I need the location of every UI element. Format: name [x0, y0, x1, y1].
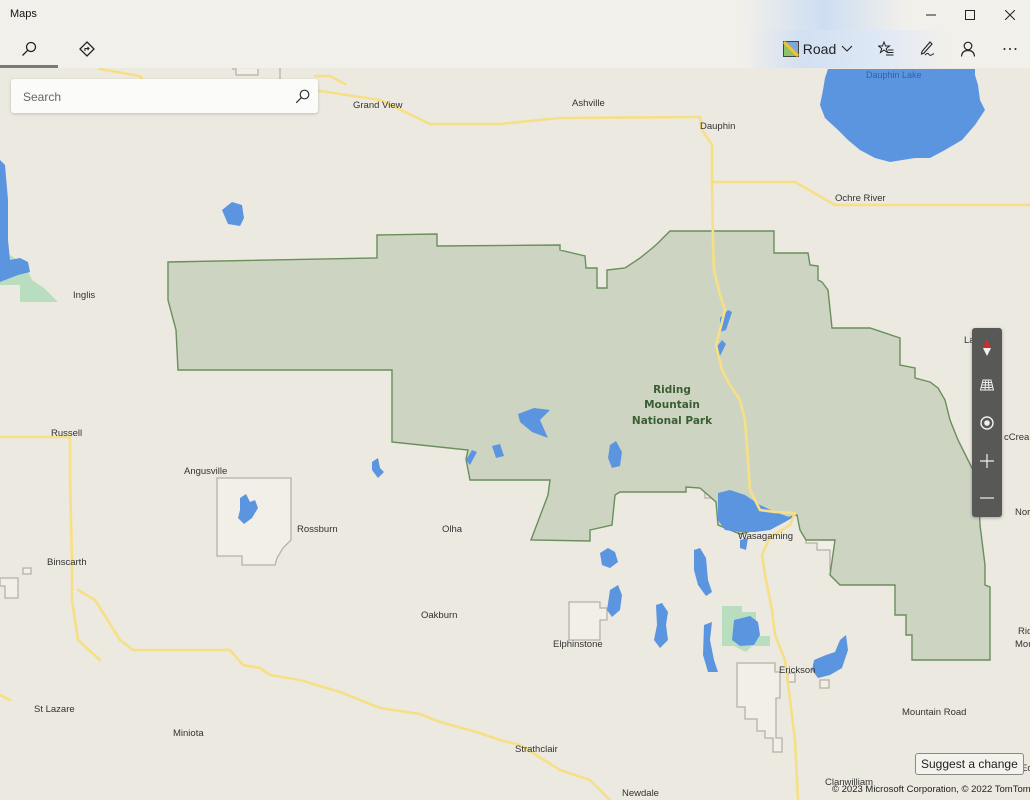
map-style-dropdown[interactable]: Road: [780, 30, 856, 68]
ink-button[interactable]: [913, 30, 941, 68]
location-icon: [980, 416, 994, 430]
tab-directions[interactable]: [58, 30, 116, 68]
place-label: Rid: [1018, 626, 1030, 637]
place-label: Olha: [442, 524, 463, 535]
copyright-text: © 2023 Microsoft Corporation, © 2022 Tom…: [832, 784, 1030, 795]
compass-icon: [983, 339, 991, 356]
map-style-label: Road: [802, 41, 837, 57]
map-canvas[interactable]: Riding Mountain National Park Dauphin La…: [0, 0, 1030, 800]
place-label: Erickson: [779, 665, 815, 676]
tilt-button[interactable]: [972, 367, 1002, 403]
svg-text:Mountain: Mountain: [644, 399, 700, 411]
minus-icon: [980, 497, 994, 499]
map-controls: [972, 328, 1002, 517]
minimize-icon: [926, 14, 936, 16]
boundary-rossburn-area: [216, 477, 292, 566]
place-label: Grand View: [353, 100, 403, 111]
place-label: Ashville: [572, 98, 605, 109]
zoom-out-button[interactable]: [972, 480, 1002, 516]
place-label: Inglis: [73, 290, 95, 301]
search-submit-button[interactable]: [292, 86, 312, 106]
place-label: Oakburn: [421, 610, 457, 621]
svg-text:National Park: National Park: [632, 415, 713, 427]
place-label: Strathclair: [515, 744, 558, 755]
toolbar: Road: [0, 30, 1030, 68]
search-icon: [22, 41, 37, 56]
place-label: Russell: [51, 428, 82, 439]
lake-label: Dauphin Lake: [866, 70, 922, 80]
favorites-list-icon: [878, 41, 894, 56]
place-label: Rossburn: [297, 524, 338, 535]
search-box: [11, 79, 318, 115]
close-button[interactable]: [987, 0, 1030, 30]
suggest-a-change-button[interactable]: Suggest a change: [915, 753, 1024, 775]
more-button[interactable]: [996, 30, 1024, 68]
account-button[interactable]: [954, 30, 982, 68]
title-bar: Maps: [0, 0, 1030, 30]
app-title: Maps: [10, 8, 37, 20]
place-label: Binscarth: [47, 557, 87, 568]
plus-icon: [980, 454, 994, 468]
place-label: St Lazare: [34, 704, 75, 715]
search-input[interactable]: [21, 79, 285, 115]
place-label: Ochre River: [835, 193, 886, 204]
compass-button[interactable]: [972, 330, 1002, 366]
search-icon: [295, 89, 309, 103]
person-icon: [960, 41, 976, 57]
directions-icon: [79, 41, 95, 57]
place-label: Wasagaming: [738, 531, 793, 542]
tab-search[interactable]: [0, 30, 58, 68]
pen-icon: [920, 41, 935, 56]
place-label: Miniota: [173, 728, 204, 739]
svg-text:Riding: Riding: [653, 384, 691, 396]
my-location-button[interactable]: [972, 405, 1002, 441]
tilt-grid-icon: [980, 379, 994, 391]
zoom-in-button[interactable]: [972, 443, 1002, 479]
road-map-icon: [782, 41, 799, 57]
chevron-down-icon: [841, 45, 853, 52]
place-label: Newdale: [622, 788, 659, 799]
place-label: Elphinstone: [553, 639, 603, 650]
place-label: cCrean: [1004, 432, 1030, 443]
close-icon: [1005, 10, 1015, 20]
active-tab-indicator: [0, 65, 58, 68]
place-label: Mou: [1015, 639, 1030, 650]
place-label: Dauphin: [700, 121, 735, 132]
maximize-icon: [965, 10, 975, 20]
lake-south: [732, 616, 760, 646]
place-label: Angusville: [184, 466, 227, 477]
place-label: Mountain Road: [902, 707, 966, 718]
place-label: Nor: [1015, 507, 1030, 518]
more-icon: [1003, 48, 1017, 50]
favorites-button[interactable]: [872, 30, 900, 68]
